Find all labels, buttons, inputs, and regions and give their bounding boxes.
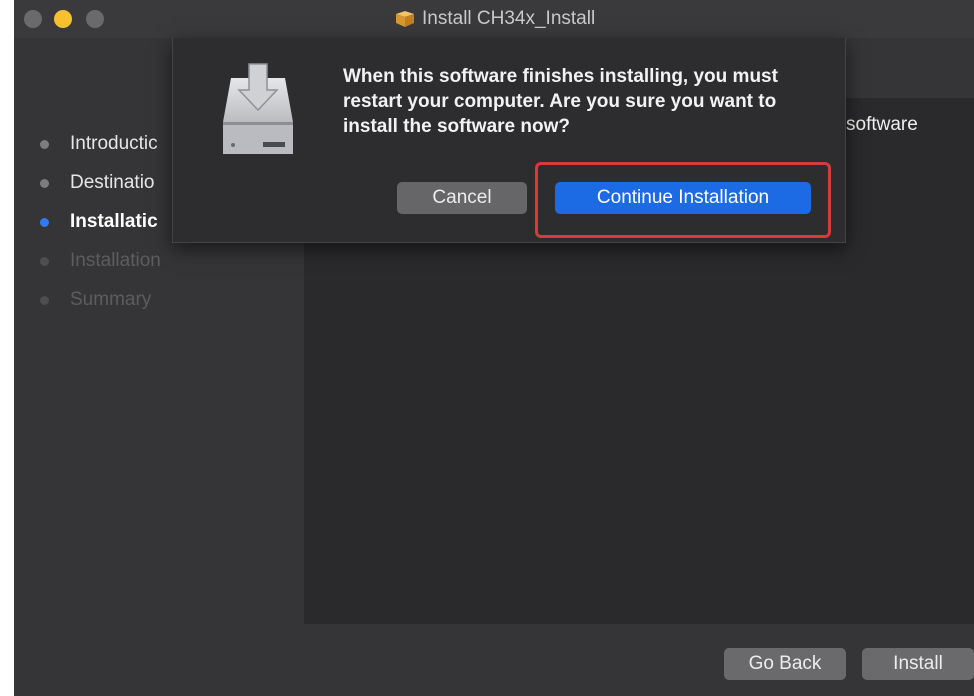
installer-disk-icon — [223, 63, 293, 154]
step-label: Installatic — [70, 211, 158, 232]
window-title: Install CH34x_Install — [422, 8, 596, 29]
zoom-window-button[interactable] — [86, 10, 104, 28]
title-bar: Install CH34x_Install — [14, 0, 974, 38]
go-back-button[interactable]: Go Back — [724, 648, 846, 680]
installer-window: Install CH34x_Install Introductic Destin… — [14, 0, 974, 696]
cancel-button[interactable]: Cancel — [397, 182, 527, 214]
dialog-message: When this software finishes installing, … — [343, 66, 778, 137]
step-bullet-current — [40, 217, 49, 227]
step-installation-type: Installatic — [40, 210, 158, 234]
install-button[interactable]: Install — [862, 648, 974, 680]
continue-installation-button[interactable]: Continue Installation — [555, 182, 811, 214]
package-icon — [396, 11, 414, 27]
step-bullet — [40, 139, 49, 149]
close-window-button[interactable] — [24, 10, 42, 28]
step-label: Destinatio — [70, 172, 155, 193]
step-label: Installation — [70, 250, 161, 271]
minimize-window-button[interactable] — [54, 10, 72, 28]
step-bullet — [40, 295, 49, 305]
content-text: software — [846, 114, 918, 135]
restart-confirmation-dialog: When this software finishes installing, … — [172, 38, 846, 243]
step-introduction: Introductic — [40, 132, 158, 156]
step-label: Summary — [70, 289, 152, 310]
step-summary: Summary — [40, 288, 151, 312]
step-bullet — [40, 178, 49, 188]
step-installation: Installation — [40, 249, 161, 273]
step-bullet — [40, 256, 49, 266]
step-label: Introductic — [70, 133, 158, 154]
step-destination: Destinatio — [40, 171, 155, 195]
window-title-group: Install CH34x_Install — [394, 8, 595, 30]
